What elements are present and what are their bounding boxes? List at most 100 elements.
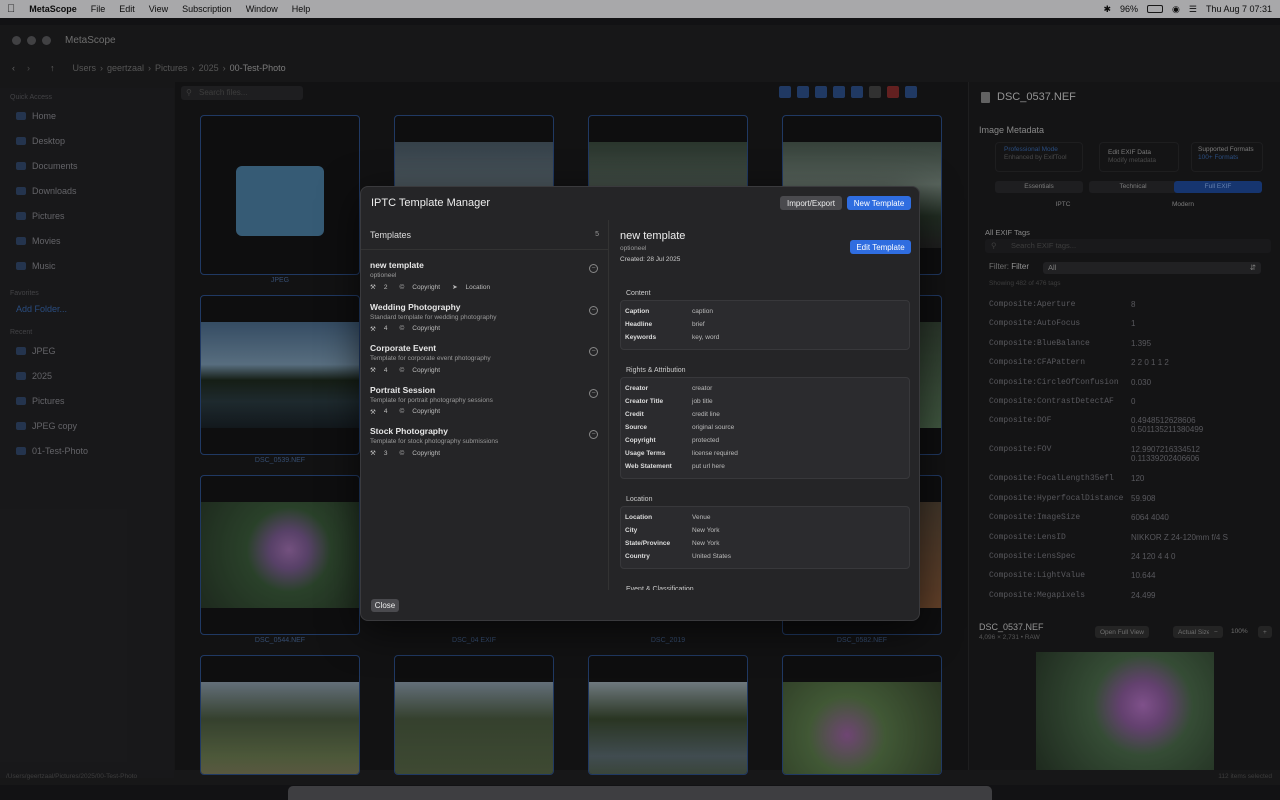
modal-title: IPTC Template Manager (371, 197, 491, 209)
section-box: Creator creator Creator Title job title Cred… (620, 377, 910, 479)
field-row: Copyright protected (625, 437, 719, 444)
template-item[interactable]: Wedding Photography Standard template for… (361, 292, 608, 334)
field-row: Usage Terms license required (625, 450, 738, 457)
close-button[interactable]: Close (371, 599, 399, 612)
field-row: Caption caption (625, 308, 713, 315)
field-value: New York (692, 540, 720, 547)
iptc-template-manager: IPTC Template Manager Import/Export New … (360, 186, 920, 621)
remove-template-icon[interactable]: − (589, 305, 598, 315)
template-item[interactable]: Portrait Session Template for portrait ph… (361, 375, 608, 417)
template-meta: ⚒ 4 © Copyright (370, 408, 599, 416)
field-count: 4 (383, 408, 388, 415)
field-label: City (625, 527, 638, 534)
template-desc: Standard template for wedding photograph… (370, 313, 497, 321)
copyright-icon: © (399, 449, 405, 457)
field-label: Keywords (625, 334, 657, 341)
field-count: 2 (383, 283, 388, 291)
field-label: Headline (625, 321, 653, 328)
tag-icon: ⚒ (370, 284, 376, 291)
template-desc: optioneel (370, 272, 397, 279)
field-value: creator (692, 385, 713, 392)
tag-copyright: Copyright (412, 366, 441, 374)
template-desc: Template for corporate event photography (370, 355, 491, 362)
field-row: City New York (625, 527, 719, 534)
template-desc: Template for portrait photography sessio… (370, 396, 493, 404)
tag-icon: ⚒ (370, 367, 376, 374)
edit-template-button[interactable]: Edit Template (850, 240, 911, 254)
field-label: Creator (625, 385, 649, 392)
template-name: Stock Photography (370, 426, 448, 436)
template-meta: ⚒ 4 © Copyright (370, 325, 599, 333)
field-value: brief (692, 321, 705, 328)
field-row: Web Statement put url here (625, 463, 725, 470)
field-row: Keywords key, word (625, 334, 719, 341)
remove-template-icon[interactable]: − (589, 347, 598, 356)
copyright-icon: © (399, 408, 405, 415)
field-value: protected (692, 437, 720, 444)
tag-icon: ⚒ (370, 408, 376, 416)
section-box: Caption caption Headline brief Keywords key, … (620, 300, 910, 350)
template-item[interactable]: Stock Photography Template for stock phot… (361, 416, 608, 458)
template-count: 5 (595, 231, 599, 238)
field-row: Source original source (625, 424, 734, 431)
tag-copyright: Copyright (412, 449, 441, 457)
field-label: Credit (625, 411, 644, 418)
field-value: license required (692, 450, 738, 457)
field-value: job title (692, 398, 713, 405)
detail-name: new template (620, 230, 686, 242)
field-value: key, word (692, 334, 720, 341)
field-value: put url here (692, 463, 725, 470)
field-value: United States (692, 553, 732, 560)
section-title: Rights & Attribution (626, 367, 686, 374)
template-name: new template (370, 260, 424, 270)
location-icon: ➤ (452, 284, 458, 291)
new-template-button[interactable]: New Template (847, 196, 911, 210)
field-label: State/Province (625, 540, 671, 547)
template-item[interactable]: Corporate Event Template for corporate ev… (361, 333, 608, 375)
tag-icon: ⚒ (370, 325, 376, 333)
tag-copyright: Copyright (412, 325, 441, 332)
copyright-icon: © (399, 325, 405, 332)
field-value: caption (692, 308, 713, 315)
section-title: Content (626, 290, 651, 297)
field-value: Venue (692, 514, 711, 521)
field-row: State/Province New York (625, 540, 719, 547)
section-box: Location Venue City New York State/Province N… (620, 506, 910, 569)
section-title: Location (626, 496, 653, 503)
template-meta: ⚒ 2 © Copyright ➤ Location (370, 283, 599, 292)
template-desc: Template for stock photography submissio… (370, 438, 499, 445)
field-label: Creator Title (625, 398, 664, 405)
remove-template-icon[interactable]: − (589, 430, 598, 439)
field-value: original source (692, 424, 735, 431)
field-label: Web Statement (625, 463, 672, 470)
field-row: Creator creator (625, 385, 712, 392)
field-label: Location (625, 514, 653, 521)
field-row: Headline brief (625, 321, 705, 328)
field-row: Credit credit line (625, 411, 720, 418)
field-row: Creator Title job title (625, 398, 713, 405)
remove-template-icon[interactable]: − (589, 264, 598, 273)
template-list-header: Templates 5 (361, 220, 608, 250)
tag-copyright: Copyright (412, 283, 441, 291)
template-items: new template optioneel ⚒ 2 © Copyright ➤ Locati… (361, 250, 608, 458)
remove-template-icon[interactable]: − (589, 388, 598, 398)
field-value: New York (692, 527, 720, 534)
field-label: Country (625, 553, 650, 560)
template-detail: new template optioneel Created: 28 Jul 2… (610, 220, 920, 590)
field-value: credit line (692, 411, 720, 418)
section-title: Event & Classification (626, 586, 694, 590)
template-meta: ⚒ 3 © Copyright (370, 449, 599, 458)
import-export-button[interactable]: Import/Export (780, 196, 842, 210)
field-label: Usage Terms (625, 450, 666, 457)
detail-desc: optioneel (620, 245, 647, 252)
template-list: Templates 5 new template optioneel ⚒ 2 © Copy… (361, 220, 609, 590)
field-label: Copyright (625, 437, 656, 444)
detail-created: Created: 28 Jul 2025 (620, 256, 681, 263)
template-list-title: Templates (370, 229, 412, 240)
field-count: 4 (383, 325, 388, 332)
tag-icon: ⚒ (370, 450, 376, 457)
template-name: Portrait Session (370, 384, 436, 395)
tag-copyright: Copyright (412, 408, 441, 415)
template-item[interactable]: new template optioneel ⚒ 2 © Copyright ➤ Locati… (361, 250, 608, 292)
field-row: Country United States (625, 553, 731, 560)
